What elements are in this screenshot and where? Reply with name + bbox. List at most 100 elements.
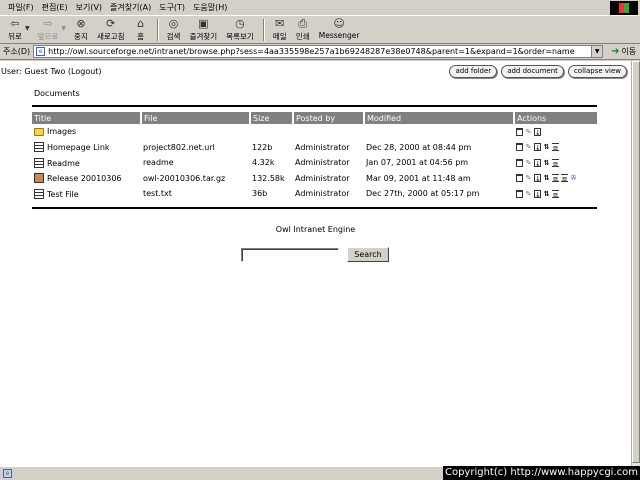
search-submit-button[interactable]: Search	[347, 247, 389, 262]
refresh-button[interactable]: ⟳ 새로고침	[97, 16, 125, 44]
col-title[interactable]: Title	[32, 112, 142, 124]
home-button[interactable]: ⌂ 홈	[134, 16, 148, 44]
search-button[interactable]: ◎ 검색	[167, 16, 181, 44]
download-icon[interactable]: ↓	[534, 189, 541, 199]
address-input[interactable]: e http://owl.sourceforge.net/intranet/br…	[33, 45, 604, 58]
history-button[interactable]: ◷ 목록보기	[226, 16, 254, 44]
row-title-link[interactable]: Release 20010306	[47, 174, 122, 183]
home-icon: ⌂	[137, 17, 145, 30]
download-icon[interactable]: ↓	[534, 143, 541, 152]
move-icon[interactable]: ⇅	[543, 190, 550, 198]
row-modified: Mar 09, 2001 at 11:48 am	[366, 173, 471, 183]
delete-icon[interactable]	[516, 189, 523, 198]
edit-pencil-icon[interactable]: ✎	[525, 190, 532, 198]
table-row: Release 20010306 owl-20010306.tar.gz 132…	[32, 171, 597, 187]
col-modified[interactable]: Modified	[364, 112, 515, 124]
search-form: Search	[241, 247, 389, 262]
download-icon[interactable]: ↓	[534, 127, 541, 137]
menu-edit[interactable]: 편집(E)	[38, 1, 72, 15]
document-icon	[34, 157, 44, 168]
row-title-link[interactable]: Readme	[47, 159, 80, 168]
delete-icon[interactable]	[516, 143, 523, 152]
email-icon[interactable]: ≡	[552, 143, 559, 152]
go-button[interactable]: ➜ 이동	[611, 46, 636, 57]
print-button[interactable]: ⎙ 인쇄	[296, 16, 310, 44]
email-icon[interactable]: ≡	[552, 158, 559, 168]
table-row: Images ✎ ↓	[32, 124, 597, 140]
row-file[interactable]: readme	[141, 155, 250, 171]
user-status[interactable]: User: Guest Two (Logout)	[1, 67, 102, 76]
vertical-scrollbar[interactable]	[631, 61, 640, 466]
page-content: User: Guest Two (Logout) add folder add …	[0, 61, 631, 466]
forward-dropdown-icon[interactable]: ▼	[61, 16, 66, 32]
back-dropdown-icon[interactable]: ▼	[25, 16, 30, 32]
collapse-view-button[interactable]: collapse view	[567, 65, 627, 78]
col-posted-by[interactable]: Posted by	[293, 112, 365, 124]
stop-button[interactable]: ⊗ 중지	[74, 16, 88, 44]
forward-button[interactable]: ⇨ 앞으로	[38, 16, 59, 44]
email-icon[interactable]: ≡	[552, 189, 559, 199]
add-document-button[interactable]: add document	[501, 65, 564, 78]
back-label: 뒤로	[8, 32, 22, 41]
email-icon[interactable]: ≡	[561, 174, 568, 183]
scrollbar-thumb[interactable]	[632, 61, 640, 463]
forward-label: 앞으로	[37, 32, 59, 41]
bottom-divider	[32, 207, 597, 209]
download-icon[interactable]: ↓	[534, 174, 541, 183]
menu-view[interactable]: 보기(V)	[72, 1, 106, 15]
edit-pencil-icon[interactable]: ✎	[525, 159, 532, 167]
toolbar-separator	[262, 19, 265, 41]
row-title-link[interactable]: Test File	[47, 190, 79, 199]
move-icon[interactable]: ⇅	[543, 174, 550, 182]
email-icon[interactable]: ≡	[552, 174, 559, 183]
row-posted-by: Administrator	[295, 189, 350, 199]
favorites-button[interactable]: ▣ 즐겨찾기	[190, 16, 218, 44]
stop-label: 중지	[74, 32, 88, 41]
folder-icon	[34, 128, 44, 137]
back-arrow-icon: ⇦	[10, 17, 20, 30]
back-button[interactable]: ⇦ 뒤로	[8, 16, 22, 44]
document-icon	[34, 142, 44, 153]
messenger-person-icon: ☺	[333, 17, 345, 30]
mail-label: 메일	[272, 32, 287, 41]
edit-pencil-icon[interactable]: ✎	[525, 143, 532, 151]
search-input[interactable]	[241, 247, 339, 262]
menu-favorites[interactable]: 즐겨찾기(A)	[106, 1, 155, 15]
edit-pencil-icon[interactable]: ✎	[525, 174, 532, 182]
row-title-link[interactable]: Homepage Link	[47, 143, 110, 152]
forward-arrow-icon: ⇨	[43, 17, 53, 30]
menu-file[interactable]: 파일(F)	[4, 1, 38, 15]
go-label: 이동	[621, 47, 637, 56]
row-file[interactable]: project802.net.url	[141, 140, 250, 156]
search-globe-icon: ◎	[168, 17, 179, 30]
edit-pencil-icon[interactable]: ✎	[525, 128, 532, 136]
wrench-icon[interactable]: ✇	[570, 174, 577, 182]
favorites-label: 즐겨찾기	[189, 32, 218, 41]
breadcrumb-documents[interactable]: Documents	[34, 89, 80, 98]
move-icon[interactable]: ⇅	[543, 159, 550, 167]
printer-icon: ⎙	[298, 17, 308, 30]
menu-bar: 파일(F) 편집(E) 보기(V) 즐겨찾기(A) 도구(T) 도움말(H)	[0, 0, 640, 16]
messenger-button[interactable]: ☺ Messenger	[319, 16, 360, 44]
move-icon[interactable]: ⇅	[543, 143, 550, 151]
row-actions: ✎ ↓ ⇅ ≡ ≡ ✇	[516, 174, 595, 183]
package-icon	[34, 173, 44, 184]
row-posted-by	[293, 124, 364, 140]
col-size[interactable]: Size	[250, 112, 294, 124]
mail-button[interactable]: ✉ 메일	[273, 16, 287, 44]
download-icon[interactable]: ↓	[534, 158, 541, 168]
row-size: 132.58k	[252, 173, 285, 183]
col-file[interactable]: File	[141, 112, 251, 124]
delete-icon[interactable]	[516, 127, 523, 136]
delete-icon[interactable]	[516, 174, 523, 183]
delete-icon[interactable]	[516, 158, 523, 167]
row-file[interactable]: owl-20010306.tar.gz	[141, 171, 250, 187]
top-action-buttons: add folder add document collapse view	[445, 65, 627, 78]
toolbar-separator	[156, 19, 159, 41]
add-folder-button[interactable]: add folder	[449, 65, 498, 78]
row-file[interactable]: test.txt	[141, 186, 250, 202]
menu-help[interactable]: 도움말(H)	[189, 1, 231, 15]
menu-tools[interactable]: 도구(T)	[155, 1, 189, 15]
row-title-link[interactable]: Images	[47, 127, 76, 136]
address-dropdown-icon[interactable]: ▼	[591, 46, 603, 57]
